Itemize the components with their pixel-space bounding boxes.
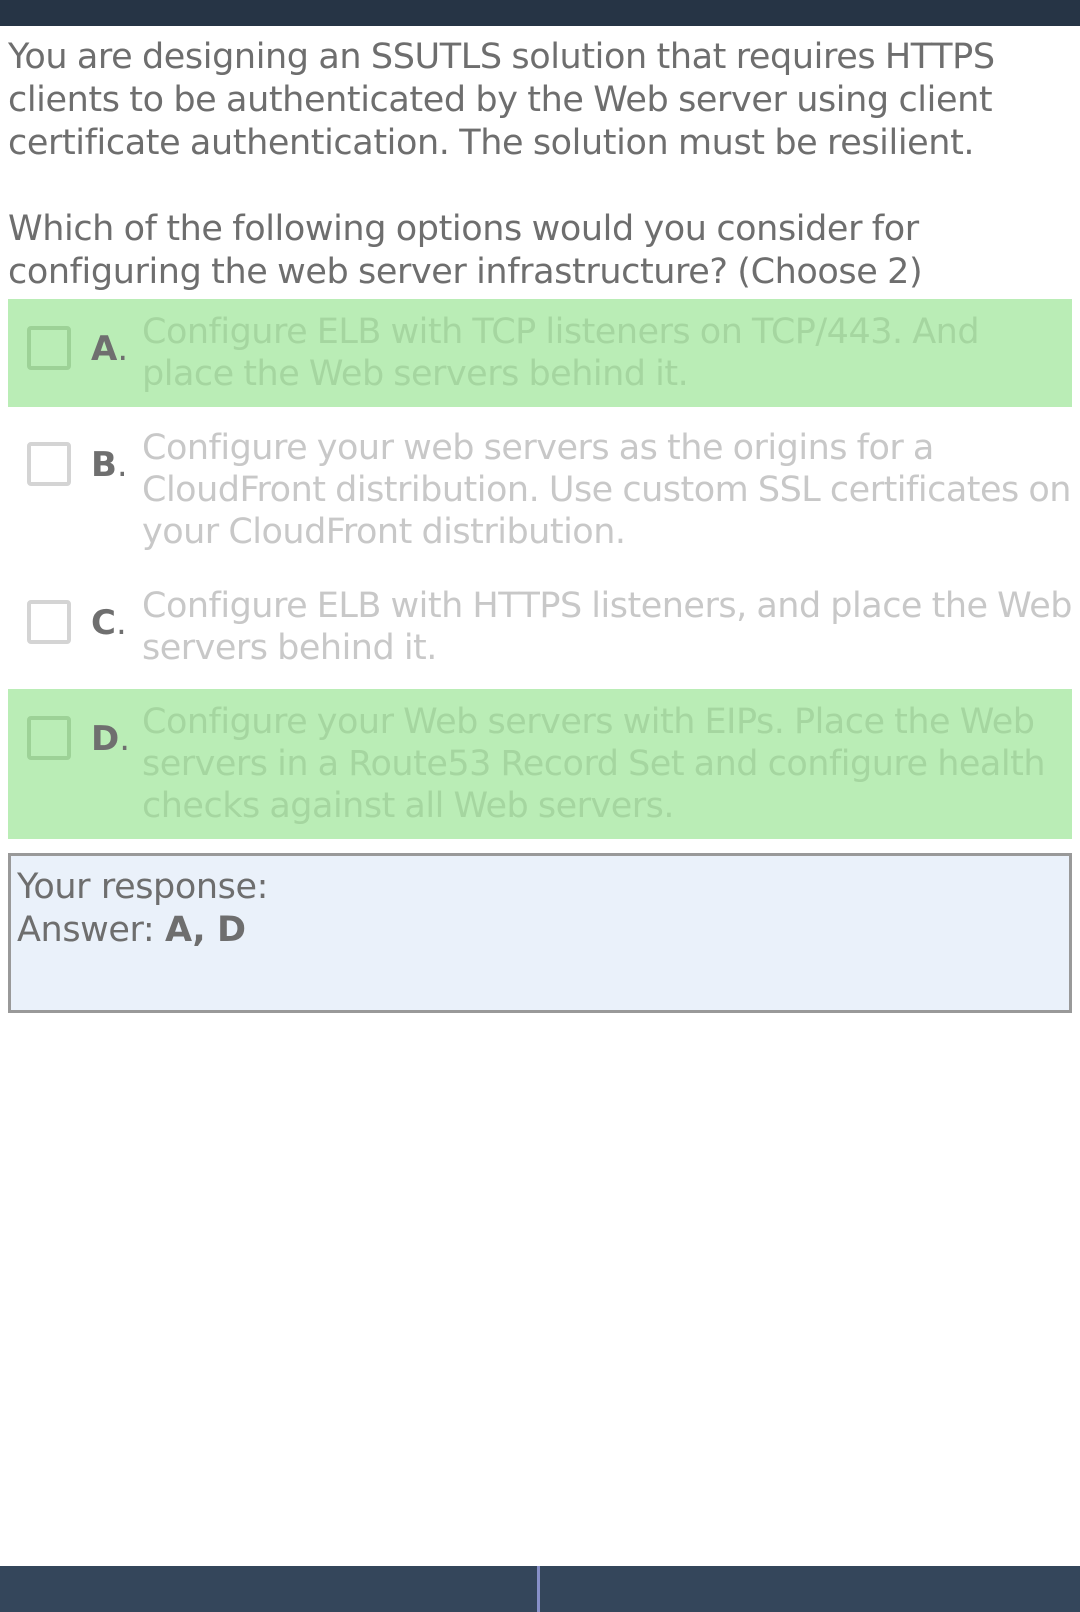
answer-label: Answer:: [17, 910, 155, 950]
option-text: Configure ELB with HTTPS listeners, and …: [142, 586, 1072, 668]
next-button[interactable]: [540, 1566, 1080, 1612]
response-label: Your response:: [17, 867, 269, 907]
option-letter: D.: [91, 719, 131, 759]
option-letter: A.: [91, 329, 129, 369]
answer-options: A. Configure ELB with TCP listeners on T…: [8, 299, 1072, 839]
question-stem: You are designing an SSUTLS solution tha…: [8, 37, 995, 163]
answer-value: A, D: [165, 910, 246, 950]
option-b[interactable]: B. Configure your web servers as the ori…: [8, 415, 1072, 565]
checkbox-icon[interactable]: [27, 442, 71, 486]
option-letter: B.: [91, 445, 128, 485]
response-panel: Your response: Answer: A, D: [8, 853, 1072, 1013]
checkbox-icon[interactable]: [27, 600, 71, 644]
checkbox-icon[interactable]: [27, 326, 71, 370]
option-text: Configure your Web servers with EIPs. Pl…: [142, 702, 1046, 826]
bottom-navigation-bar: [0, 1566, 1080, 1612]
question-prompt: Which of the following options would you…: [8, 209, 923, 292]
checkbox-icon[interactable]: [27, 716, 71, 760]
option-d[interactable]: D. Configure your Web servers with EIPs.…: [8, 689, 1072, 839]
option-text: Configure your web servers as the origin…: [142, 428, 1071, 552]
option-letter: C.: [91, 603, 127, 643]
top-toolbar: [0, 0, 1080, 26]
question-content: You are designing an SSUTLS solution tha…: [8, 36, 1072, 1013]
previous-button[interactable]: [0, 1566, 537, 1612]
option-text: Configure ELB with TCP listeners on TCP/…: [142, 312, 980, 394]
option-c[interactable]: C. Configure ELB with HTTPS listeners, a…: [8, 573, 1072, 681]
option-a[interactable]: A. Configure ELB with TCP listeners on T…: [8, 299, 1072, 407]
answer-line: Answer: A, D: [17, 909, 1063, 952]
